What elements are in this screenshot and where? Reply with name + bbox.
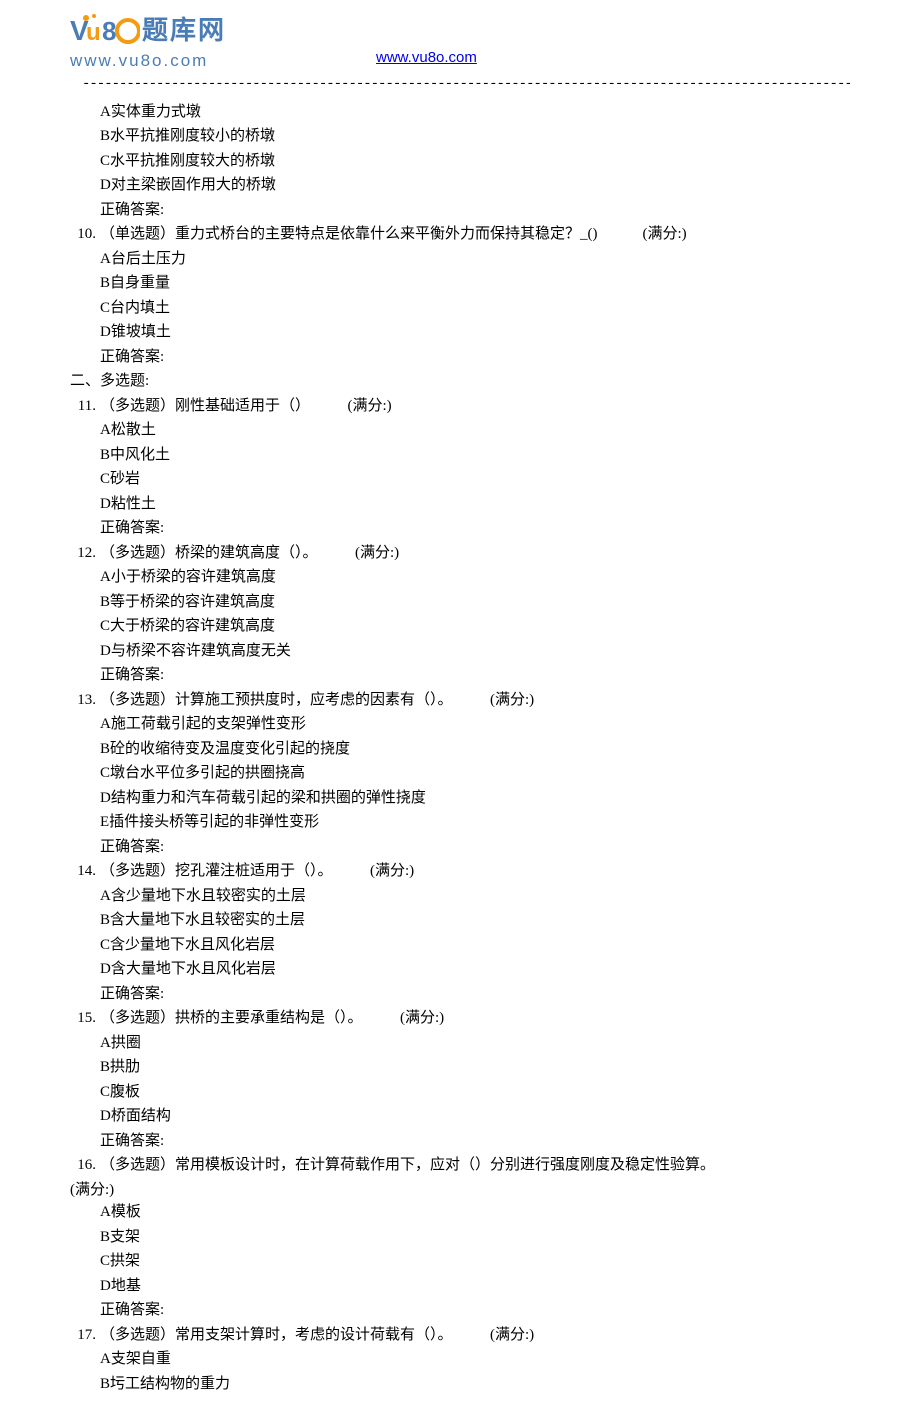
- score-label: (满分:): [453, 1327, 535, 1343]
- question-number: 11.: [70, 395, 100, 418]
- answer-line: 正确答案:: [70, 1130, 850, 1153]
- option-line: D桥面结构: [70, 1105, 850, 1128]
- question-line: 12.（多选题）桥梁的建筑高度（）。 (满分:): [70, 542, 850, 565]
- option-line: C拱架: [70, 1250, 850, 1273]
- svg-text:u: u: [86, 19, 101, 46]
- option-line: B中风化土: [70, 444, 850, 467]
- header-link[interactable]: www.vu8o.com: [376, 47, 477, 70]
- question-text: （多选题）常用模板设计时，在计算荷载作用下，应对（）分别进行强度刚度及稳定性验算…: [100, 1154, 850, 1177]
- option-line: B自身重量: [70, 272, 850, 295]
- option-line: B砼的收缩待变及温度变化引起的挠度: [70, 738, 850, 761]
- option-line: C腹板: [70, 1081, 850, 1104]
- question-line: 11.（多选题）刚性基础适用于（） (满分:): [70, 395, 850, 418]
- option-line: A模板: [70, 1201, 850, 1224]
- option-line: D地基: [70, 1275, 850, 1298]
- option-line: C含少量地下水且风化岩层: [70, 934, 850, 957]
- question-text: （单选题）重力式桥台的主要特点是依靠什么来平衡外力而保持其稳定？_() (满分:…: [100, 223, 850, 246]
- option-line: B等于桥梁的容许建筑高度: [70, 591, 850, 614]
- option-line: D含大量地下水且风化岩层: [70, 958, 850, 981]
- score-line: (满分:): [70, 1179, 850, 1202]
- option-line: A松散土: [70, 419, 850, 442]
- question-number: 15.: [70, 1007, 100, 1030]
- score-label: (满分:): [318, 545, 400, 561]
- option-line: C水平抗推刚度较大的桥墩: [70, 150, 850, 173]
- score-label: (满分:): [363, 1010, 445, 1026]
- option-line: C砂岩: [70, 468, 850, 491]
- svg-text:8: 8: [102, 16, 116, 46]
- answer-line: 正确答案:: [70, 1299, 850, 1322]
- question-number: 12.: [70, 542, 100, 565]
- option-line: C大于桥梁的容许建筑高度: [70, 615, 850, 638]
- option-line: A拱圈: [70, 1032, 850, 1055]
- score-label: (满分:): [598, 226, 687, 242]
- score-label: (满分:): [453, 692, 535, 708]
- question-number: 17.: [70, 1324, 100, 1347]
- logo-top: V u 8 题库网: [70, 10, 226, 50]
- option-line: A实体重力式墩: [70, 101, 850, 124]
- question-number: 13.: [70, 689, 100, 712]
- option-line: A小于桥梁的容许建筑高度: [70, 566, 850, 589]
- option-line: D与桥梁不容许建筑高度无关: [70, 640, 850, 663]
- question-text: （多选题）桥梁的建筑高度（）。 (满分:): [100, 542, 850, 565]
- question-text: （多选题）常用支架计算时，考虑的设计荷载有（）。 (满分:): [100, 1324, 850, 1347]
- option-line: D结构重力和汽车荷载引起的梁和拱圈的弹性挠度: [70, 787, 850, 810]
- answer-line: 正确答案:: [70, 199, 850, 222]
- question-line: 17.（多选题）常用支架计算时，考虑的设计荷载有（）。 (满分:): [70, 1324, 850, 1347]
- logo-url-text: www.vu8o.com: [70, 48, 226, 74]
- option-line: B水平抗推刚度较小的桥墩: [70, 125, 850, 148]
- logo: V u 8 题库网 www.vu8o.com: [70, 10, 226, 74]
- question-number: 14.: [70, 860, 100, 883]
- section-header: 二、多选题:: [70, 370, 850, 393]
- question-line: 15.（多选题）拱桥的主要承重结构是（）。 (满分:): [70, 1007, 850, 1030]
- option-line: E插件接头桥等引起的非弹性变形: [70, 811, 850, 834]
- answer-line: 正确答案:: [70, 836, 850, 859]
- question-text: （多选题）挖孔灌注桩适用于（）。 (满分:): [100, 860, 850, 883]
- option-line: A台后土压力: [70, 248, 850, 271]
- option-line: A含少量地下水且较密实的土层: [70, 885, 850, 908]
- score-label: (满分:): [333, 863, 415, 879]
- option-line: B拱肋: [70, 1056, 850, 1079]
- question-text: （多选题）刚性基础适用于（） (满分:): [100, 395, 850, 418]
- option-line: B圬工结构物的重力: [70, 1373, 850, 1396]
- option-line: C墩台水平位多引起的拱圈挠高: [70, 762, 850, 785]
- option-line: A施工荷载引起的支架弹性变形: [70, 713, 850, 736]
- option-line: A支架自重: [70, 1348, 850, 1371]
- question-line: 10.（单选题）重力式桥台的主要特点是依靠什么来平衡外力而保持其稳定？_() (…: [70, 223, 850, 246]
- question-text: （多选题）计算施工预拱度时，应考虑的因素有（）。 (满分:): [100, 689, 850, 712]
- option-line: C台内填土: [70, 297, 850, 320]
- score-label: (满分:): [310, 398, 392, 414]
- logo-graphic-icon: V u 8: [70, 10, 140, 50]
- option-line: D锥坡填土: [70, 321, 850, 344]
- question-number: 10.: [70, 223, 100, 246]
- answer-line: 正确答案:: [70, 346, 850, 369]
- logo-text-cn: 题库网: [142, 11, 226, 50]
- question-line: 14.（多选题）挖孔灌注桩适用于（）。 (满分:): [70, 860, 850, 883]
- answer-line: 正确答案:: [70, 983, 850, 1006]
- question-line: 13.（多选题）计算施工预拱度时，应考虑的因素有（）。 (满分:): [70, 689, 850, 712]
- question-number: 16.: [70, 1154, 100, 1177]
- option-line: D对主梁嵌固作用大的桥墩: [70, 174, 850, 197]
- option-line: B支架: [70, 1226, 850, 1249]
- option-line: D粘性土: [70, 493, 850, 516]
- option-line: B含大量地下水且较密实的土层: [70, 909, 850, 932]
- answer-line: 正确答案:: [70, 664, 850, 687]
- page-header: V u 8 题库网 www.vu8o.com www.vu8o.com: [0, 0, 920, 74]
- divider: ----------------------------------------…: [82, 74, 850, 95]
- answer-line: 正确答案:: [70, 517, 850, 540]
- question-text: （多选题）拱桥的主要承重结构是（）。 (满分:): [100, 1007, 850, 1030]
- question-line: 16.（多选题）常用模板设计时，在计算荷载作用下，应对（）分别进行强度刚度及稳定…: [70, 1154, 850, 1177]
- content: A实体重力式墩B水平抗推刚度较小的桥墩C水平抗推刚度较大的桥墩D对主梁嵌固作用大…: [0, 101, 920, 1427]
